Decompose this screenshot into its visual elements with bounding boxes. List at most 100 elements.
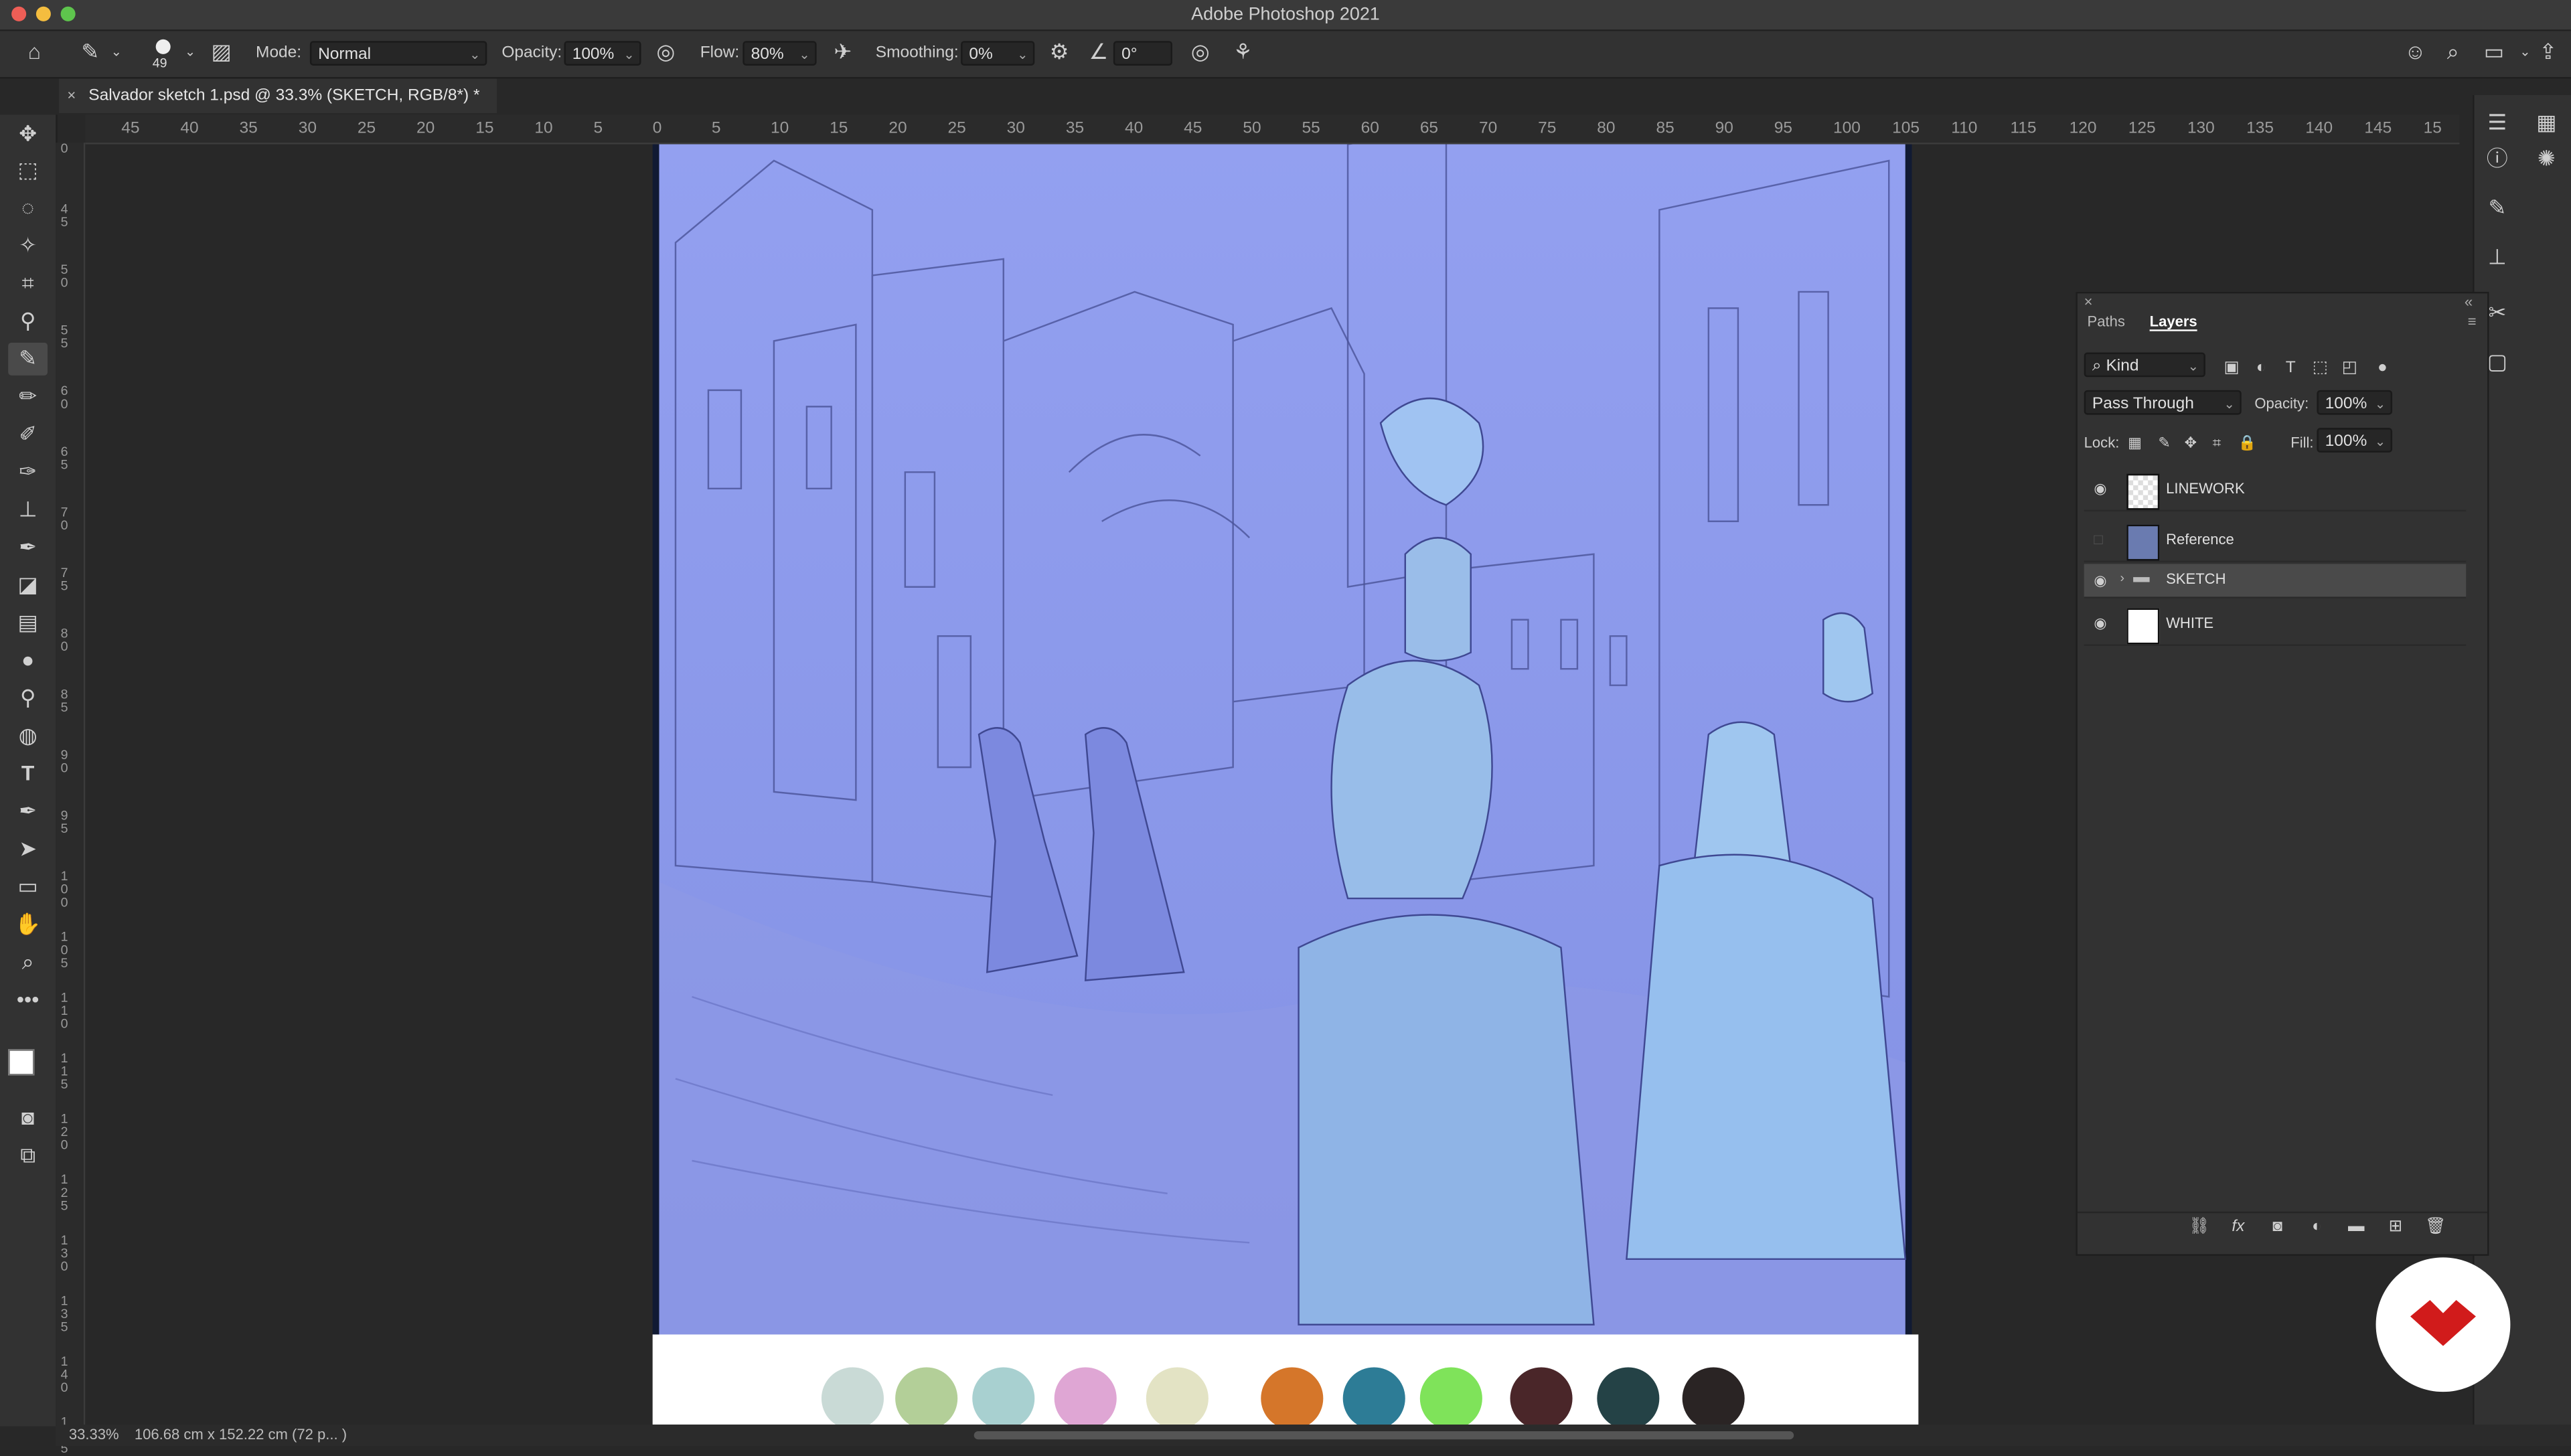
trash-icon[interactable]: 🗑 xyxy=(2425,1216,2446,1239)
ruler-tick-label: 45 xyxy=(1184,119,1202,138)
gradient-tool-icon[interactable]: ▤ xyxy=(8,606,48,639)
share-icon[interactable]: ⇪ xyxy=(2535,40,2561,64)
lock-pixels-icon[interactable]: ✎ xyxy=(2156,431,2172,454)
dodge-tool-icon[interactable]: ⚲ xyxy=(8,682,48,715)
magic-wand-tool-icon[interactable]: ✧ xyxy=(8,230,48,262)
screen-mode-icon[interactable]: ⧉ xyxy=(8,1139,48,1172)
pen-tool-icon[interactable]: ✒ xyxy=(8,795,48,828)
pressure-opacity-icon[interactable]: ◎ xyxy=(653,40,679,64)
grid-icon[interactable]: ▦ xyxy=(2534,110,2560,135)
gear-icon[interactable]: ⚙ xyxy=(1046,40,1072,64)
eye-hidden-icon[interactable]: □ xyxy=(2094,531,2102,547)
brushes-panel-icon[interactable]: ✎ xyxy=(2484,196,2510,220)
panel-menu-icon[interactable]: ≡ xyxy=(2468,313,2477,329)
quick-mask-icon[interactable]: ◙ xyxy=(8,1102,48,1135)
horizontal-scrollbar[interactable] xyxy=(973,1431,1794,1440)
history-brush-tool-icon[interactable]: ✑ xyxy=(8,456,48,489)
add-mask-icon[interactable]: ◙ xyxy=(2268,1216,2287,1239)
move-tool-icon[interactable]: ✥ xyxy=(8,118,48,151)
angle-field[interactable]: 0° xyxy=(1113,41,1173,66)
lasso-tool-icon[interactable]: ◌ xyxy=(8,192,48,225)
lock-all-icon[interactable]: 🔒 xyxy=(2238,431,2256,454)
angle-icon: ∠ xyxy=(1089,39,1109,64)
airbrush-icon[interactable]: ✈ xyxy=(830,40,856,64)
symmetry-icon[interactable]: ⚘ xyxy=(1230,40,1256,64)
flow-field[interactable]: 80% ⌄ xyxy=(743,41,817,66)
adjustment-layer-icon[interactable]: ◐ xyxy=(2307,1216,2327,1239)
lock-artboard-icon[interactable]: ⌗ xyxy=(2209,431,2225,454)
mixer-brush-tool-icon[interactable]: ✐ xyxy=(8,418,48,451)
path-selection-tool-icon[interactable]: ➤ xyxy=(8,833,48,866)
layer-row[interactable]: ◉ WHITE xyxy=(2084,602,2467,646)
marquee-tool-icon[interactable]: ⬚ xyxy=(8,154,48,187)
info-icon[interactable]: ⓘ xyxy=(2484,147,2510,170)
more-tools-icon[interactable]: ••• xyxy=(8,983,48,1016)
opacity-field[interactable]: 100% ⌄ xyxy=(564,41,641,66)
rectangle-tool-icon[interactable]: ▭ xyxy=(8,870,48,903)
crop-tool-icon[interactable]: ⌗ xyxy=(8,267,48,300)
sun-icon[interactable]: ✺ xyxy=(2534,147,2560,170)
pressure-size-icon[interactable]: ◎ xyxy=(1187,40,1213,64)
brush-tool-icon[interactable]: ✎ xyxy=(8,342,48,376)
search-icon[interactable]: ⌕ xyxy=(2440,40,2466,64)
link-layers-icon[interactable]: ⛓ xyxy=(2189,1216,2209,1239)
chevron-down-icon[interactable]: ⌄ xyxy=(2519,41,2532,64)
chevron-down-icon: ⌄ xyxy=(2224,396,2235,412)
blend-mode-select[interactable]: Pass Through ⌄ xyxy=(2084,390,2242,415)
type-tool-icon[interactable]: T xyxy=(8,757,48,790)
fill-field[interactable]: 100% ⌄ xyxy=(2317,428,2393,453)
type-filter-icon[interactable]: T xyxy=(2281,357,2301,380)
layer-row[interactable]: ◉ LINEWORK xyxy=(2084,467,2467,512)
mode-select[interactable]: Normal ⌄ xyxy=(309,41,487,66)
chevron-down-icon[interactable]: ⌄ xyxy=(108,41,125,64)
layer-opacity-field[interactable]: 100% ⌄ xyxy=(2317,390,2393,415)
layer-filter-select[interactable]: ⌕ Kind ⌄ xyxy=(2084,352,2205,378)
adjustments-icon[interactable]: ☰ xyxy=(2484,110,2510,135)
document-size[interactable]: 106.68 cm x 152.22 cm (72 p... ) xyxy=(135,1425,347,1446)
pencil-tool-icon[interactable]: ✏ xyxy=(8,380,48,413)
eye-icon[interactable]: ◉ xyxy=(2094,615,2106,633)
blur-tool-icon[interactable]: ● xyxy=(8,644,48,677)
fx-icon[interactable]: fx xyxy=(2228,1216,2248,1239)
foreground-color-swatch[interactable] xyxy=(8,1049,35,1076)
stamp-tool-icon[interactable]: ⊥ xyxy=(8,493,48,526)
lock-transparency-icon[interactable]: ▦ xyxy=(2126,431,2142,454)
smudge-brush-tool-icon[interactable]: ✒ xyxy=(8,531,48,564)
home-icon[interactable]: ⌂ xyxy=(19,40,49,64)
hand-tool-icon[interactable]: ✋ xyxy=(8,908,48,941)
workspace-icon[interactable]: ▭ xyxy=(2479,40,2509,64)
eyedropper-tool-icon[interactable]: ⚲ xyxy=(8,305,48,338)
lock-position-icon[interactable]: ✥ xyxy=(2183,431,2199,454)
smoothing-field[interactable]: 0% ⌄ xyxy=(961,41,1035,66)
zoom-level[interactable]: 33.33% xyxy=(69,1425,119,1446)
zoom-tool-icon[interactable]: ⌕ xyxy=(8,946,48,979)
chevron-right-icon[interactable]: › xyxy=(2120,570,2125,585)
clone-source-icon[interactable]: ⊥ xyxy=(2484,245,2510,268)
new-layer-icon[interactable]: ⊞ xyxy=(2386,1216,2405,1239)
learn-icon[interactable]: ☺ xyxy=(2402,40,2428,64)
brush-settings-icon[interactable]: ▨ xyxy=(208,40,234,64)
layer-row-selected[interactable]: ◉ › ▬ SKETCH xyxy=(2084,564,2467,598)
layer-thumbnail xyxy=(2126,473,2160,510)
eye-icon[interactable]: ◉ xyxy=(2094,481,2106,499)
new-group-icon[interactable]: ▬ xyxy=(2346,1216,2365,1239)
shape-filter-icon[interactable]: ⬚ xyxy=(2311,357,2330,380)
document-tab[interactable]: × Salvador sketch 1.psd @ 33.3% (SKETCH,… xyxy=(59,78,497,113)
filter-toggle-icon[interactable]: ● xyxy=(2373,357,2392,380)
eraser-tool-icon[interactable]: ◪ xyxy=(8,569,48,602)
tab-layers[interactable]: Layers xyxy=(2149,313,2197,331)
pixel-filter-icon[interactable]: ▣ xyxy=(2222,357,2241,380)
tab-paths[interactable]: Paths xyxy=(2088,313,2125,329)
close-icon[interactable]: × xyxy=(67,79,76,113)
brush-preset-icon[interactable]: ✎ xyxy=(76,40,105,64)
close-icon[interactable]: × xyxy=(2084,293,2093,309)
sponge-tool-icon[interactable]: ◍ xyxy=(8,720,48,752)
smart-object-filter-icon[interactable]: ◰ xyxy=(2340,357,2359,380)
adjustment-filter-icon[interactable]: ◐ xyxy=(2251,357,2270,380)
chevron-down-icon[interactable]: ⌄ xyxy=(182,41,198,64)
collapse-icon[interactable]: « xyxy=(2465,293,2473,309)
layer-row[interactable]: □ Reference xyxy=(2084,518,2467,563)
eye-icon[interactable]: ◉ xyxy=(2094,572,2106,590)
ruler-tick-label: 75 xyxy=(1538,119,1557,138)
brush-tip-icon[interactable] xyxy=(155,39,171,54)
